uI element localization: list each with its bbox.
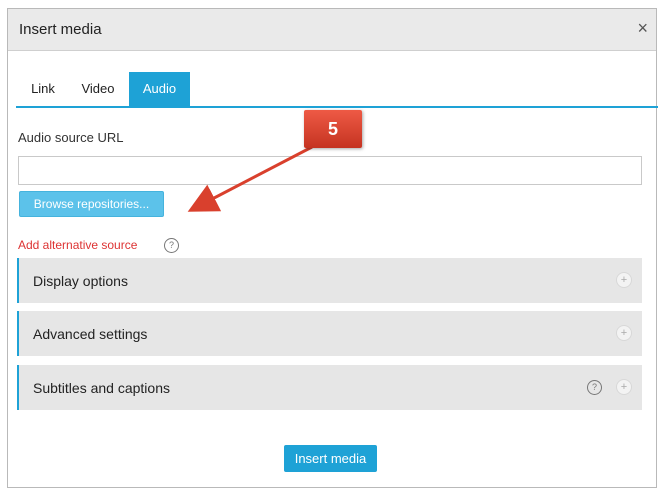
arrow-icon [187, 145, 313, 212]
step-number-badge: 5 [304, 110, 362, 148]
